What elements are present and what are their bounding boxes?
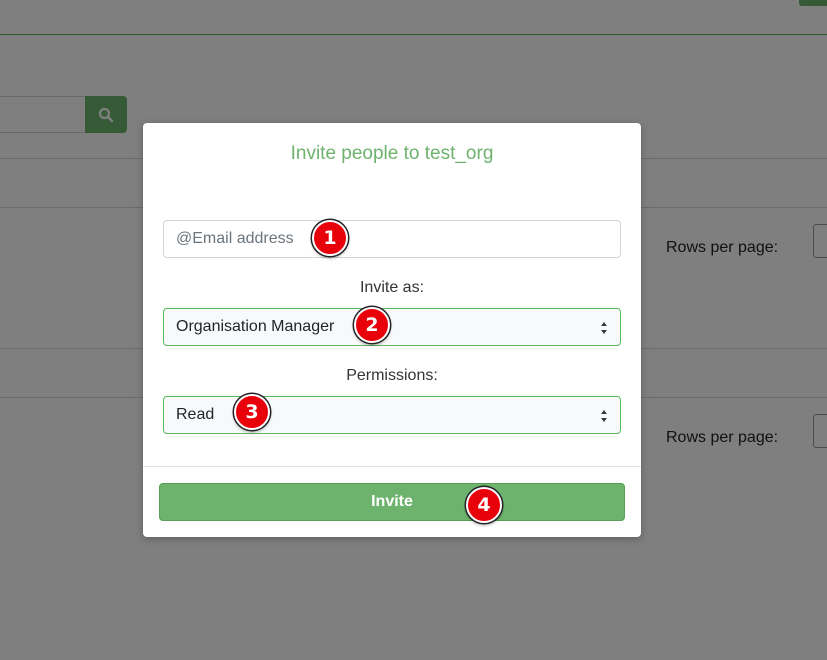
permissions-select[interactable]: Read	[163, 396, 621, 434]
step-marker-1: 1	[312, 220, 348, 256]
invite-as-label: Invite as:	[359, 279, 425, 296]
modal-footer-divider	[143, 466, 641, 467]
invite-modal: Invite people to test_org Invite as: Org…	[143, 123, 641, 537]
select-arrows-icon	[601, 410, 607, 422]
step-marker-2: 2	[354, 307, 390, 343]
permissions-label: Permissions:	[346, 367, 438, 384]
step-marker-3: 3	[234, 394, 270, 430]
permissions-value: Read	[176, 406, 215, 423]
step-marker-4: 4	[466, 487, 502, 523]
invite-button[interactable]: Invite	[159, 483, 625, 521]
invite-as-select[interactable]: Organisation Manager	[163, 308, 621, 346]
modal-title: Invite people to test_org	[290, 143, 494, 164]
select-arrows-icon	[601, 322, 607, 334]
invite-as-value: Organisation Manager	[176, 318, 335, 335]
email-input[interactable]	[163, 220, 621, 258]
modal-body: Invite as: Organisation Manager Permissi…	[163, 220, 621, 434]
